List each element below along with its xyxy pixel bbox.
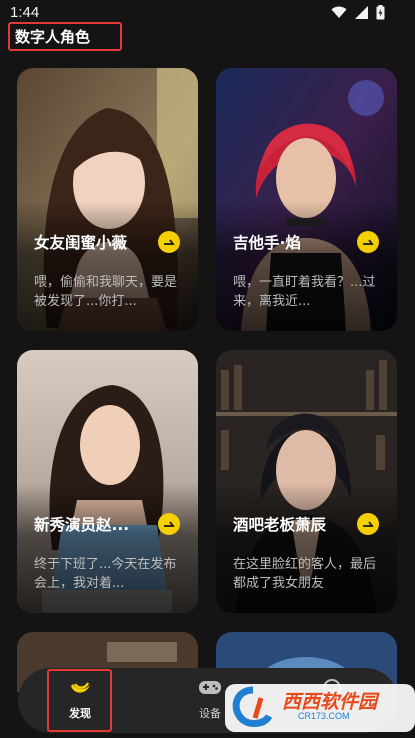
status-icons (331, 5, 385, 20)
character-card-1[interactable]: 女友闺蜜小薇 喂，偷偷和我聊天，要是被发现了...你打... (17, 68, 198, 331)
arrow-right-icon[interactable] (357, 231, 379, 253)
nav-tab-device-label: 设备 (199, 707, 221, 720)
card-shade (17, 201, 198, 331)
card-description: 喂，一直盯着我看？...过来，离我近... (233, 275, 376, 309)
card-title: 酒吧老板萧辰 (233, 516, 327, 534)
watermark-site: CR173.COM (298, 711, 350, 721)
arrow-right-icon[interactable] (158, 513, 180, 535)
card-shade (17, 483, 198, 613)
card-shade (216, 201, 397, 331)
card-title: 女友闺蜜小薇 (34, 234, 128, 252)
card-title: 吉他手·焰 (233, 234, 301, 252)
nav-highlight-box (47, 669, 112, 732)
watermark-brand: 西西软件园 (282, 691, 378, 713)
status-bar: 1:44 (0, 0, 415, 24)
gamepad-icon (199, 681, 221, 694)
signal-icon (355, 6, 368, 19)
status-time: 1:44 (10, 4, 40, 21)
card-title: 新秀演员赵... (34, 516, 130, 534)
arrow-right-icon[interactable] (357, 513, 379, 535)
card-description: 终于下班了...今天在发布会上，我对着... (34, 557, 177, 591)
arrow-right-icon[interactable] (158, 231, 180, 253)
card-shade (216, 483, 397, 613)
character-card-2[interactable]: 吉他手·焰 喂，一直盯着我看？...过来，离我近... (216, 68, 397, 331)
card-description: 在这里脸红的客人，最后都成了我女朋友 (233, 557, 377, 591)
character-card-4[interactable]: 酒吧老板萧辰 在这里脸红的客人，最后都成了我女朋友 (216, 350, 397, 613)
wifi-icon (331, 6, 347, 18)
card-description: 喂，偷偷和我聊天，要是被发现了...你打... (34, 275, 178, 309)
character-card-3[interactable]: 新秀演员赵... 终于下班了...今天在发布会上，我对着... (17, 350, 198, 613)
nav-tab-device[interactable]: 设备 (190, 678, 230, 721)
battery-icon (376, 5, 385, 20)
page-title: 数字人角色 (15, 28, 91, 46)
